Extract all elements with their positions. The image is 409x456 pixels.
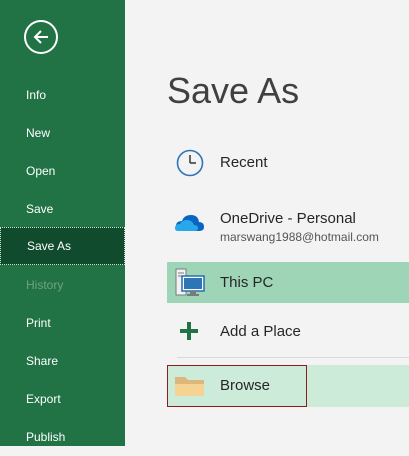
nav-item-info[interactable]: Info [0, 76, 125, 114]
location-label: Browse [220, 377, 271, 394]
nav-item-label: Publish [26, 430, 66, 444]
nav-item-export[interactable]: Export [0, 380, 125, 418]
location-label: OneDrive - Personal [220, 210, 356, 227]
clock-icon [176, 149, 204, 177]
account-email: marswang1988@hotmail.com [220, 230, 379, 244]
nav-item-label: Print [26, 316, 51, 330]
page-title: Save As [167, 70, 300, 111]
save-as-panel: Save As Recent OneDrive - Personal marsw… [125, 0, 409, 446]
location-onedrive[interactable]: OneDrive - Personal marswang1988@hotmail… [167, 198, 409, 252]
plus-icon [180, 322, 198, 340]
computer-icon [175, 268, 205, 296]
nav-item-label: Info [26, 88, 47, 102]
nav-item-label: Open [26, 164, 56, 178]
nav-item-new[interactable]: New [0, 114, 125, 152]
nav-item-save-as[interactable]: Save As [0, 227, 125, 265]
back-arrow-icon [33, 30, 48, 44]
backstage-sidebar: Info New Open Save Save As History Print… [0, 0, 125, 446]
location-label: This PC [220, 274, 274, 291]
nav-item-label: Export [26, 392, 61, 406]
location-recent[interactable]: Recent [167, 142, 409, 184]
onedrive-cloud-icon [175, 215, 204, 231]
location-label: Add a Place [220, 323, 301, 340]
location-this-pc[interactable]: This PC [167, 262, 409, 303]
nav-item-label: Share [26, 354, 59, 368]
nav-item-share[interactable]: Share [0, 342, 125, 380]
nav-item-history: History [0, 266, 125, 304]
nav-item-open[interactable]: Open [0, 152, 125, 190]
nav-item-save[interactable]: Save [0, 190, 125, 228]
back-button[interactable] [24, 20, 58, 54]
nav-item-label: Save As [27, 239, 72, 253]
location-add-a-place[interactable]: Add a Place [167, 311, 409, 352]
location-label: Recent [220, 154, 268, 171]
nav-item-publish[interactable]: Publish [0, 418, 125, 456]
nav-item-label: New [26, 126, 51, 140]
divider [177, 357, 409, 358]
nav-item-print[interactable]: Print [0, 304, 125, 342]
nav-item-label: Save [26, 202, 54, 216]
folder-icon [175, 377, 204, 396]
nav-item-label: History [26, 278, 64, 292]
location-browse[interactable]: Browse [167, 365, 409, 407]
